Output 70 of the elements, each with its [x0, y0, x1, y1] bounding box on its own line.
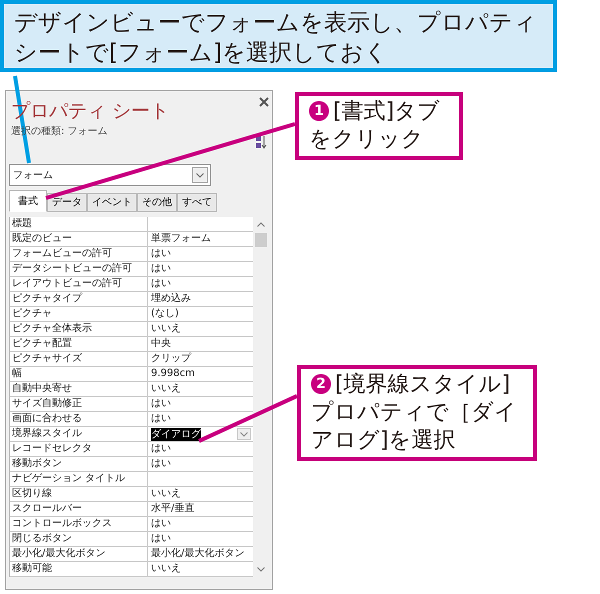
property-name: 画面に合わせる [10, 412, 148, 426]
property-value: はい [151, 517, 171, 531]
callout-text: [書式]タブ [333, 99, 440, 124]
step-number: 1 [309, 101, 329, 121]
property-value: (なし) [151, 307, 179, 321]
property-name: ピクチャタイプ [10, 292, 148, 306]
property-name: ナビゲーション タイトル [10, 472, 148, 486]
callout-text: をクリック [309, 127, 424, 152]
property-value: 水平/垂直 [151, 502, 194, 516]
property-name: レコードセレクタ [10, 442, 148, 456]
property-name: コントロールボックス [10, 517, 148, 531]
tab[interactable]: その他 [137, 193, 177, 212]
property-name: ピクチャ全体表示 [10, 322, 148, 336]
property-name: レイアウトビューの許可 [10, 277, 148, 291]
property-value: はい [151, 247, 171, 261]
property-name: ピクチャ [10, 307, 148, 321]
close-icon[interactable] [259, 97, 269, 107]
property-value: 単票フォーム [151, 232, 211, 246]
property-name: スクロールバー [10, 502, 148, 516]
property-name: ピクチャ配置 [10, 337, 148, 351]
scroll-down-icon [257, 567, 265, 572]
tab[interactable]: 書式 [9, 190, 47, 212]
scroll-thumb[interactable] [255, 233, 267, 247]
tab[interactable]: イベント [87, 193, 137, 212]
property-value-field[interactable]: ダイアログ [148, 427, 253, 441]
property-value: 最小化/最大化ボタン [151, 547, 244, 561]
property-value: いいえ [151, 562, 181, 576]
property-name: 標題 [10, 217, 148, 231]
property-value: いいえ [151, 382, 181, 396]
tab[interactable]: データ [47, 193, 87, 212]
property-name: 幅 [10, 367, 148, 381]
callout-text: [境界線スタイル] [335, 372, 510, 397]
property-name: 自動中央寄せ [10, 382, 148, 396]
property-value: 9.998cm [151, 367, 195, 381]
property-value: いいえ [151, 322, 181, 336]
property-value: はい [151, 442, 171, 456]
property-value: クリップ [151, 352, 191, 366]
caret-icon [196, 172, 204, 178]
property-name: 既定のビュー [10, 232, 148, 246]
property-value: 中央 [151, 337, 171, 351]
dropdown-button[interactable] [192, 167, 208, 183]
property-value: はい [151, 457, 171, 471]
scroll-up-icon [257, 222, 265, 227]
property-name: サイズ自動修正 [10, 397, 148, 411]
combo-value: フォーム [13, 168, 53, 182]
property-value: はい [151, 412, 171, 426]
sort-icon[interactable] [255, 135, 267, 149]
property-name: 移動可能 [10, 562, 148, 576]
dropdown-button[interactable] [237, 428, 251, 440]
property-value: はい [151, 262, 171, 276]
property-value: 埋め込み [151, 292, 191, 306]
property-name: 最小化/最大化ボタン [10, 547, 148, 561]
callout-text: プロパティで［ダイ [311, 400, 517, 425]
object-combo[interactable]: フォーム [9, 164, 211, 186]
property-name: 境界線スタイル [10, 427, 148, 441]
property-value: はい [151, 397, 171, 411]
property-name: データシートビューの許可 [10, 262, 148, 276]
property-value: いいえ [151, 487, 181, 501]
property-value: はい [151, 277, 171, 291]
callout-text: アログ]を選択 [311, 428, 456, 453]
property-name: ピクチャサイズ [10, 352, 148, 366]
property-name: 閉じるボタン [10, 532, 148, 546]
property-name: フォームビューの許可 [10, 247, 148, 261]
property-name: 区切り線 [10, 487, 148, 501]
caret-icon [240, 432, 248, 436]
property-value: はい [151, 532, 171, 546]
step-number: 2 [311, 374, 331, 394]
instruction-text: デザインビューでフォームを表示し、プロパティシートで[フォーム]を選択しておく [14, 9, 538, 68]
property-name: 移動ボタン [10, 457, 148, 471]
tab[interactable]: すべて [177, 193, 217, 212]
